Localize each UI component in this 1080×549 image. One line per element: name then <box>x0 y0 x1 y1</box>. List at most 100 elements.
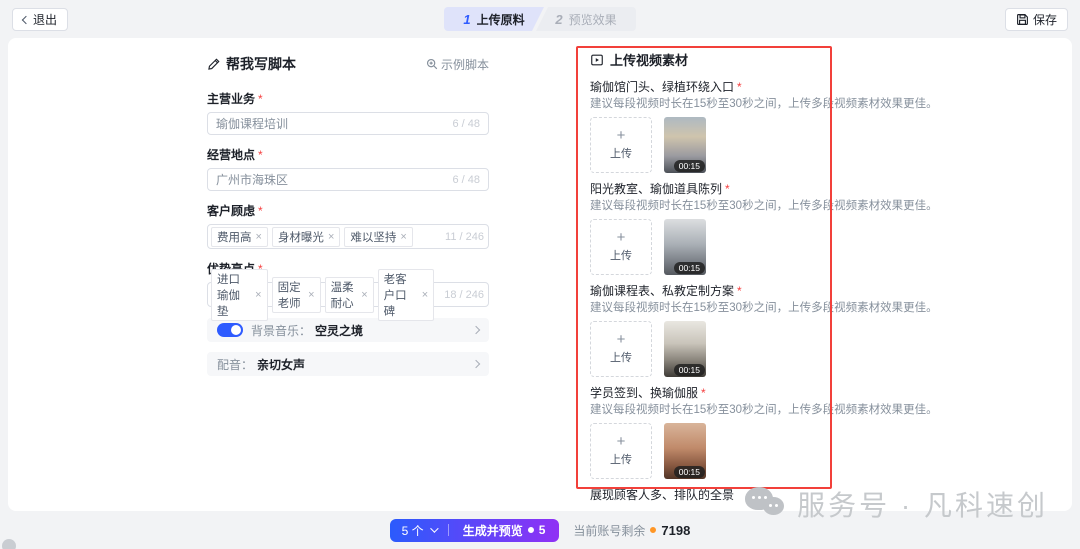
pencil-icon <box>207 57 221 71</box>
floating-helper-icon[interactable] <box>2 539 16 549</box>
tag-chip[interactable]: 固定老师× <box>272 277 321 313</box>
voiceover-label: 配音： <box>217 356 253 373</box>
upload-label: 上传 <box>610 349 632 365</box>
video-thumbnail[interactable]: 00:15 <box>664 117 706 173</box>
main-business-field: 6 / 48 <box>207 112 489 135</box>
section-hint: 建议每段视频时长在15秒至30秒之间，上传多段视频素材效果更佳。 <box>590 403 818 417</box>
tag-chip[interactable]: 温柔耐心× <box>325 277 374 313</box>
save-button[interactable]: 保存 <box>1005 8 1068 31</box>
upload-section: 阳光教室、瑜伽道具陈列* 建议每段视频时长在15秒至30秒之间，上传多段视频素材… <box>590 182 818 275</box>
field-label-customer-concerns: 客户顾虑* <box>207 202 489 219</box>
chevron-right-icon <box>472 360 480 368</box>
upload-panel: 上传视频素材 瑜伽馆门头、绿植环绕入口* 建议每段视频时长在15秒至30秒之间，… <box>590 50 818 505</box>
save-floppy-icon <box>1016 13 1029 26</box>
generate-preview-action[interactable]: 生成并预览 5 <box>449 522 560 539</box>
chevron-left-icon <box>22 15 30 23</box>
duration-badge: 00:15 <box>674 262 705 274</box>
video-thumbnail[interactable]: 00:15 <box>664 321 706 377</box>
remove-tag-icon[interactable]: × <box>400 231 406 243</box>
video-thumbnail[interactable]: 00:15 <box>664 219 706 275</box>
music-label: 背景音乐： <box>251 322 311 339</box>
upload-panel-title: 上传视频素材 <box>610 50 688 69</box>
section-hint: 建议每段视频时长在15秒至30秒之间，上传多段视频素材效果更佳。 <box>590 199 818 213</box>
upload-section: 瑜伽馆门头、绿植环绕入口* 建议每段视频时长在15秒至30秒之间，上传多段视频素… <box>590 80 818 173</box>
remove-tag-icon[interactable]: × <box>361 289 367 301</box>
watermark-text: 服务号 · 凡科速创 <box>797 484 1048 524</box>
coin-icon <box>528 527 534 533</box>
script-form: 帮我写脚本 示例脚本 主营业务* 6 / 48 经营地点* 6 / 48 <box>207 54 489 386</box>
upload-button[interactable]: + 上传 <box>590 117 652 173</box>
business-location-input[interactable] <box>216 173 446 187</box>
upload-panel-header: 上传视频素材 <box>590 50 818 69</box>
section-hint: 建议每段视频时长在15秒至30秒之间，上传多段视频素材效果更佳。 <box>590 97 818 111</box>
music-toggle[interactable] <box>217 323 243 337</box>
upload-label: 上传 <box>610 451 632 467</box>
coin-icon <box>650 527 656 533</box>
topbar: 退出 1 上传原料 2 预览效果 保存 <box>0 0 1080 38</box>
duration-badge: 00:15 <box>674 466 705 478</box>
video-icon <box>590 53 604 67</box>
tag-chip[interactable]: 老客户口碑× <box>378 269 435 321</box>
duration-badge: 00:15 <box>674 364 705 376</box>
plus-icon: + <box>617 333 626 347</box>
example-script-label: 示例脚本 <box>441 56 489 73</box>
tag-chip[interactable]: 进口瑜伽垫× <box>211 269 268 321</box>
section-title: 阳光教室、瑜伽道具陈列* <box>590 182 818 196</box>
page: 退出 1 上传原料 2 预览效果 保存 <box>0 0 1080 549</box>
video-count-dropdown[interactable]: 5 个 <box>390 522 448 539</box>
section-title: 瑜伽课程表、私教定制方案* <box>590 284 818 298</box>
upload-label: 上传 <box>610 145 632 161</box>
char-counter: 6 / 48 <box>452 174 480 186</box>
account-balance: 当前账号剩余 7198 <box>573 522 690 539</box>
remove-tag-icon[interactable]: × <box>255 289 261 301</box>
exit-label: 退出 <box>33 11 57 28</box>
char-counter: 18 / 246 <box>444 289 484 301</box>
business-location-field: 6 / 48 <box>207 168 489 191</box>
generate-button[interactable]: 5 个 生成并预览 5 <box>390 519 560 542</box>
required-asterisk: * <box>737 80 742 94</box>
tag-chip[interactable]: 身材曝光× <box>272 227 340 247</box>
upload-button[interactable]: + 上传 <box>590 321 652 377</box>
char-counter: 6 / 48 <box>452 118 480 130</box>
step-preview-effect[interactable]: 2 预览效果 <box>536 7 636 31</box>
required-asterisk: * <box>737 284 742 298</box>
voiceover-row[interactable]: 配音： 亲切女声 <box>207 352 489 376</box>
form-title-row: 帮我写脚本 <box>207 54 296 74</box>
chevron-right-icon <box>472 326 480 334</box>
remove-tag-icon[interactable]: × <box>308 289 314 301</box>
main-business-input[interactable] <box>216 117 446 131</box>
plus-icon: + <box>617 435 626 449</box>
remove-tag-icon[interactable]: × <box>256 231 262 243</box>
background-music-row[interactable]: 背景音乐： 空灵之境 <box>207 318 489 342</box>
field-label-business-location: 经营地点* <box>207 146 489 163</box>
step-label: 上传原料 <box>477 11 525 28</box>
upload-section: 瑜伽课程表、私教定制方案* 建议每段视频时长在15秒至30秒之间，上传多段视频素… <box>590 284 818 377</box>
voiceover-value: 亲切女声 <box>257 356 305 373</box>
plus-icon: + <box>617 129 626 143</box>
watermark: 服务号 · 凡科速创 <box>745 484 1048 524</box>
tag-chip[interactable]: 费用高× <box>211 227 268 247</box>
required-asterisk: * <box>258 148 263 162</box>
remove-tag-icon[interactable]: × <box>328 231 334 243</box>
step-label: 预览效果 <box>569 11 617 28</box>
required-asterisk: * <box>701 386 706 400</box>
exit-button[interactable]: 退出 <box>12 8 68 31</box>
tag-chip[interactable]: 难以坚持× <box>344 227 412 247</box>
video-thumbnail[interactable]: 00:15 <box>664 423 706 479</box>
advantages-field[interactable]: 进口瑜伽垫× 固定老师× 温柔耐心× 老客户口碑× 18 / 246 <box>207 282 489 307</box>
char-counter: 11 / 246 <box>445 231 484 243</box>
duration-badge: 00:15 <box>674 160 705 172</box>
section-hint: 建议每段视频时长在15秒至30秒之间，上传多段视频素材效果更佳。 <box>590 301 818 315</box>
form-title: 帮我写脚本 <box>226 54 296 74</box>
required-asterisk: * <box>725 182 730 196</box>
upload-button[interactable]: + 上传 <box>590 219 652 275</box>
upload-button[interactable]: + 上传 <box>590 423 652 479</box>
save-label: 保存 <box>1033 11 1057 28</box>
magnifier-icon <box>426 58 438 70</box>
stepper: 1 上传原料 2 预览效果 <box>444 7 636 31</box>
example-script-link[interactable]: 示例脚本 <box>426 56 489 73</box>
customer-concerns-field[interactable]: 费用高× 身材曝光× 难以坚持× 11 / 246 <box>207 224 489 249</box>
remove-tag-icon[interactable]: × <box>422 289 428 301</box>
step-upload-materials[interactable]: 1 上传原料 <box>444 7 544 31</box>
upload-section: 学员签到、换瑜伽服* 建议每段视频时长在15秒至30秒之间，上传多段视频素材效果… <box>590 386 818 479</box>
